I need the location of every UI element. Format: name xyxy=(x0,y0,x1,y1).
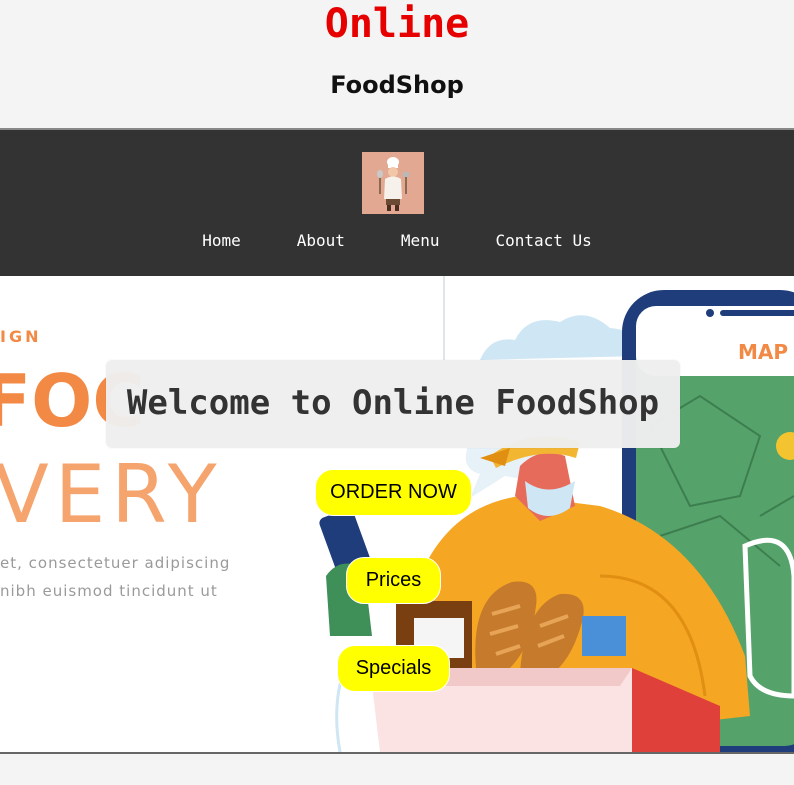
art-text-para2: nibh euismod tincidunt ut xyxy=(0,582,218,600)
chef-logo-icon[interactable] xyxy=(362,152,424,214)
specials-button[interactable]: Specials xyxy=(337,645,450,692)
navbar: Home About Menu Contact Us xyxy=(0,130,794,276)
art-text-para1: et, consectetuer adipiscing xyxy=(0,554,230,572)
nav-about-link[interactable]: About xyxy=(297,230,345,252)
order-now-button[interactable]: ORDER NOW xyxy=(315,469,472,516)
welcome-banner: Welcome to Online FoodShop xyxy=(106,360,680,448)
art-text-small: IGN xyxy=(0,327,41,346)
phone-map-label: MAP xyxy=(738,340,788,364)
brand-title: Online xyxy=(324,1,470,47)
brand-subtitle: FoodShop xyxy=(330,71,464,99)
art-text-very: VERY xyxy=(0,448,223,541)
nav-contact-link[interactable]: Contact Us xyxy=(495,230,591,252)
site-header: Online FoodShop xyxy=(0,0,794,130)
nav-menu-link[interactable]: Menu xyxy=(401,230,440,252)
nav-home-link[interactable]: Home xyxy=(202,230,241,252)
hero-bottom-divider xyxy=(0,752,794,754)
nav-links: Home About Menu Contact Us xyxy=(0,230,794,252)
prices-button[interactable]: Prices xyxy=(346,557,441,604)
welcome-heading: Welcome to Online FoodShop xyxy=(126,383,660,423)
hero-banner: IGN FOC VERY et, consectetuer adipiscing… xyxy=(0,276,794,752)
